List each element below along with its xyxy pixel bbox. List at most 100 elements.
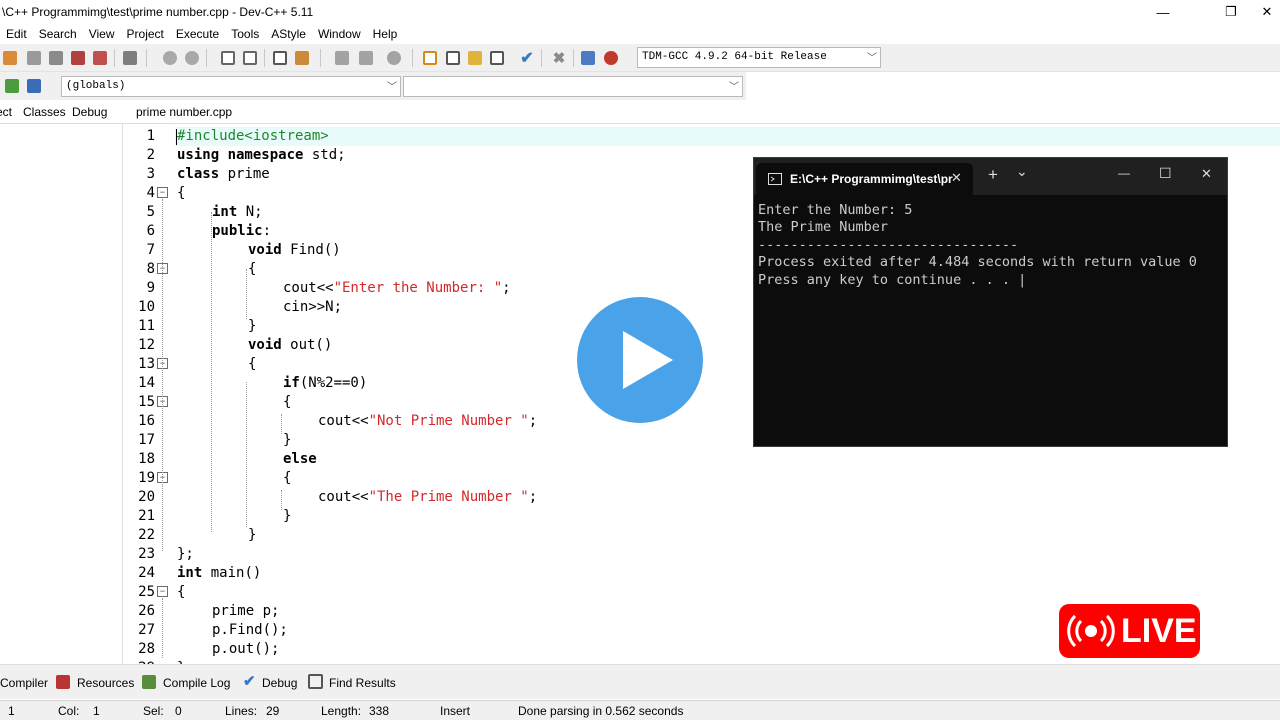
code-line-27: p.Find(); bbox=[212, 621, 288, 640]
class-browser-icon[interactable] bbox=[24, 76, 44, 96]
resources-icon bbox=[56, 675, 70, 689]
code-line-28: p.out(); bbox=[212, 640, 279, 659]
code-token: int bbox=[212, 204, 238, 220]
tab-classes[interactable]: Classes bbox=[23, 105, 66, 119]
compile-run-icon[interactable] bbox=[465, 48, 485, 68]
close-file-icon[interactable] bbox=[90, 48, 110, 68]
class-back-icon[interactable] bbox=[2, 76, 22, 96]
project-panel[interactable] bbox=[0, 124, 123, 664]
restore-button[interactable]: ❐ bbox=[1208, 0, 1254, 24]
code-line-2: using namespace std; bbox=[177, 146, 346, 165]
save-icon[interactable] bbox=[46, 48, 66, 68]
goto-line-icon[interactable] bbox=[270, 48, 290, 68]
code-line-3: class prime bbox=[177, 165, 270, 184]
run-icon[interactable] bbox=[443, 48, 463, 68]
menu-search[interactable]: Search bbox=[33, 27, 83, 41]
code-token: p.Find(); bbox=[212, 622, 288, 638]
close-icon[interactable]: ✕ bbox=[951, 170, 962, 186]
members-select[interactable]: ﹀ bbox=[403, 76, 743, 97]
open-icon[interactable] bbox=[24, 48, 44, 68]
print-icon[interactable] bbox=[120, 48, 140, 68]
line-number: 6 bbox=[146, 223, 155, 239]
menu-edit[interactable]: Edit bbox=[0, 27, 33, 41]
code-token: "Enter the Number: " bbox=[333, 280, 503, 296]
console-window[interactable]: E:\C++ Programmimg\test\pr ✕ + ⌄ — ☐ ✕ E… bbox=[753, 157, 1228, 447]
console-maximize-button[interactable]: ☐ bbox=[1159, 165, 1172, 182]
replace-icon[interactable] bbox=[240, 48, 260, 68]
code-line-21: } bbox=[283, 507, 291, 526]
tab-compiler[interactable]: Compiler bbox=[0, 676, 48, 690]
code-line-23: }; bbox=[177, 545, 194, 564]
tab-debug-output[interactable]: Debug bbox=[262, 676, 297, 690]
file-tab[interactable]: prime number.cpp bbox=[136, 105, 232, 119]
console-tab[interactable]: E:\C++ Programmimg\test\pr ✕ bbox=[756, 163, 973, 195]
menu-astyle[interactable]: AStyle bbox=[265, 27, 312, 41]
line-number: 28 bbox=[138, 641, 155, 657]
fold-marker[interactable]: − bbox=[157, 586, 168, 597]
console-minimize-button[interactable]: — bbox=[1118, 166, 1130, 180]
tab-project[interactable]: ect bbox=[0, 105, 12, 119]
chevron-down-icon[interactable]: ⌄ bbox=[1016, 163, 1028, 180]
code-token: #include<iostream> bbox=[177, 128, 329, 144]
menu-tools[interactable]: Tools bbox=[225, 27, 265, 41]
code-token: cin>>N; bbox=[283, 299, 343, 315]
text-cursor bbox=[176, 129, 177, 145]
tab-find-results[interactable]: Find Results bbox=[329, 676, 396, 690]
find-icon[interactable] bbox=[218, 48, 238, 68]
bookmark-icon[interactable] bbox=[292, 48, 312, 68]
code-token: std; bbox=[303, 147, 346, 163]
rebuild-all-icon[interactable] bbox=[487, 48, 507, 68]
globals-select[interactable]: (globals) ﹀ bbox=[61, 76, 401, 97]
tab-compile-log[interactable]: Compile Log bbox=[163, 676, 230, 690]
debug-icon[interactable] bbox=[601, 48, 621, 68]
new-tab-button[interactable]: + bbox=[988, 165, 998, 185]
code-line-10: cin>>N; bbox=[283, 298, 342, 317]
compiler-select-value: TDM-GCC 4.9.2 64-bit Release bbox=[642, 51, 827, 63]
menu-project[interactable]: Project bbox=[121, 27, 170, 41]
code-token: ; bbox=[502, 280, 511, 296]
code-token: main() bbox=[202, 565, 262, 581]
stop-execution-icon[interactable]: ✖ bbox=[549, 48, 569, 68]
profile-chart-icon[interactable] bbox=[578, 48, 598, 68]
line-number: 10 bbox=[138, 299, 155, 315]
console-close-button[interactable]: ✕ bbox=[1201, 166, 1212, 182]
status-col-value: 1 bbox=[93, 704, 100, 718]
code-token: class bbox=[177, 166, 220, 182]
toggle-comment-icon[interactable] bbox=[384, 48, 404, 68]
menu-help[interactable]: Help bbox=[367, 27, 404, 41]
play-button[interactable] bbox=[567, 287, 713, 433]
code-token: Find() bbox=[281, 242, 341, 258]
indent-icon[interactable] bbox=[332, 48, 352, 68]
menu-window[interactable]: Window bbox=[312, 27, 367, 41]
line-number: 23 bbox=[138, 546, 155, 562]
new-file-icon[interactable] bbox=[0, 48, 20, 68]
minimize-button[interactable]: — bbox=[1140, 0, 1186, 24]
console-title-bar: E:\C++ Programmimg\test\pr ✕ + ⌄ — ☐ ✕ bbox=[754, 158, 1227, 195]
code-token: ; bbox=[528, 489, 538, 505]
undo-icon[interactable] bbox=[160, 48, 180, 68]
tab-debug[interactable]: Debug bbox=[72, 105, 107, 119]
compile-icon[interactable] bbox=[420, 48, 440, 68]
redo-icon[interactable] bbox=[182, 48, 202, 68]
line-number: 22 bbox=[138, 527, 155, 543]
status-message: Done parsing in 0.562 seconds bbox=[518, 704, 684, 718]
status-lines-value: 29 bbox=[266, 704, 280, 718]
code-token: { bbox=[283, 470, 292, 486]
check-syntax-icon[interactable]: ✔ bbox=[517, 48, 537, 68]
save-all-icon[interactable] bbox=[68, 48, 88, 68]
menu-view[interactable]: View bbox=[83, 27, 121, 41]
code-token: cout<< bbox=[318, 413, 369, 429]
compiler-select[interactable]: TDM-GCC 4.9.2 64-bit Release ﹀ bbox=[637, 47, 881, 68]
tab-resources[interactable]: Resources bbox=[77, 676, 134, 690]
bottom-panel-tabs: Compiler Resources Compile Log ✔ Debug F… bbox=[0, 664, 1280, 699]
line-number: 14 bbox=[138, 375, 155, 391]
status-sel-value: 0 bbox=[175, 704, 182, 718]
code-line-26: prime p; bbox=[212, 602, 279, 621]
close-button[interactable]: ✕ bbox=[1254, 0, 1280, 24]
unindent-icon[interactable] bbox=[356, 48, 376, 68]
fold-marker[interactable]: − bbox=[157, 187, 168, 198]
code-token: "The Prime Number " bbox=[368, 489, 529, 505]
menu-execute[interactable]: Execute bbox=[170, 27, 225, 41]
live-label: LIVE bbox=[1121, 611, 1197, 650]
line-number: 4 bbox=[146, 185, 155, 201]
